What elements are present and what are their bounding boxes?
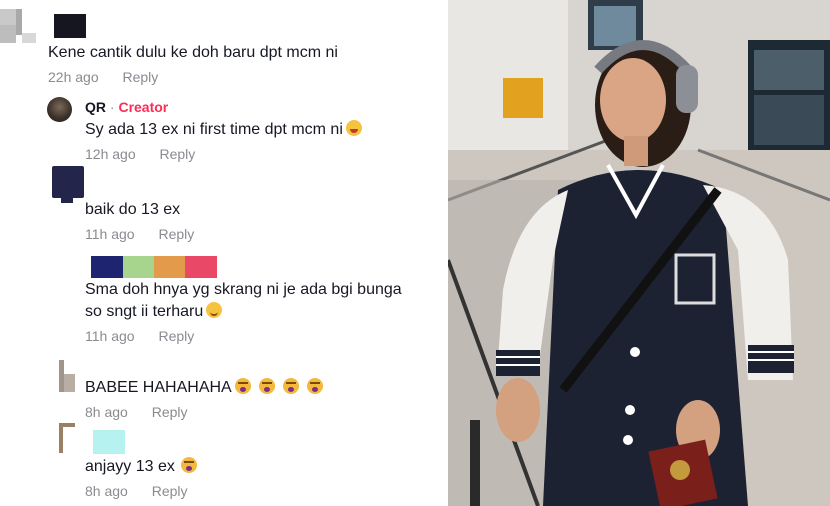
comment-3: baik do 13 ex 11h ago Reply (85, 199, 194, 242)
neck (624, 136, 648, 166)
face (600, 58, 666, 142)
reply-button[interactable]: Reply (123, 69, 159, 85)
comment-text-content: so sngt ii terharu (85, 303, 204, 320)
left-wall (448, 0, 568, 150)
comment-text-content: BABEE HAHAHAHA (85, 379, 232, 396)
comment-time: 8h ago (85, 404, 128, 420)
redacted-avatar (52, 166, 84, 198)
yellow-machine (503, 78, 543, 118)
left-hand (496, 378, 540, 442)
comment-2: QR · Creator Sy ada 13 ex ni first time … (85, 99, 362, 162)
redacted-avatar-tail (61, 196, 73, 203)
comment-time: 8h ago (85, 483, 128, 499)
window-pane (754, 50, 824, 90)
comment-time: 22h ago (48, 69, 99, 85)
photo-panel (448, 0, 830, 506)
reply-button[interactable]: Reply (158, 328, 194, 344)
comment-text: BABEE HAHAHAHA (85, 377, 323, 399)
comment-meta: 11h ago Reply (85, 226, 194, 242)
comment-6: anjayy 13 ex 8h ago Reply (85, 456, 197, 499)
comment-text: baik do 13 ex (85, 201, 181, 218)
comment-text-content: Sy ada 13 ex ni first time dpt mcm ni (85, 121, 343, 138)
comment-meta: 8h ago Reply (85, 483, 197, 499)
redacted-username (93, 430, 125, 454)
suitcase-handle (470, 420, 480, 506)
reply-button[interactable]: Reply (160, 146, 196, 162)
window-pane (754, 95, 824, 145)
comment-time: 11h ago (85, 328, 135, 344)
comment-5: BABEE HAHAHAHA 8h ago Reply (85, 377, 323, 420)
redacted-username (91, 256, 217, 278)
headphones-cup (676, 65, 698, 113)
comment-meta: 8h ago Reply (85, 404, 323, 420)
comment-1: Kene cantik dulu ke doh baru dpt mcm ni … (48, 42, 338, 85)
comment-meta: 12h ago Reply (85, 146, 362, 162)
comment-meta: 11h ago Reply (85, 328, 402, 344)
comments-panel: Kene cantik dulu ke doh baru dpt mcm ni … (0, 0, 448, 506)
comment-time: 12h ago (85, 146, 136, 162)
comment-text: anjayy 13 ex (85, 456, 197, 478)
reply-button[interactable]: Reply (152, 483, 188, 499)
jacket-button (630, 347, 640, 357)
comment-4: Sma doh hnya yg skrang ni je ada bgi bun… (85, 279, 402, 344)
reply-button[interactable]: Reply (158, 226, 194, 242)
smiling-emoji-icon (206, 302, 223, 318)
photo-illustration (448, 0, 830, 506)
comment-text-line1: Sma doh hnya yg skrang ni je ada bgi bun… (85, 281, 402, 298)
redacted-avatar (0, 9, 38, 43)
name-separator: · (106, 99, 119, 115)
jacket-button (625, 405, 635, 415)
crying-emoji-icon (234, 378, 251, 394)
laughing-emoji-icon (345, 120, 362, 136)
redacted-avatar (59, 423, 75, 453)
comment-text: Kene cantik dulu ke doh baru dpt mcm ni (48, 44, 338, 61)
redacted-username (54, 14, 86, 38)
comment-header: QR · Creator (85, 99, 362, 117)
comment-text-line2: so sngt ii terharu (85, 301, 402, 323)
crying-emoji-icon (258, 378, 275, 394)
avatar[interactable] (47, 97, 72, 122)
crying-emoji-icon (282, 378, 299, 394)
window-glass (594, 6, 636, 46)
left-cuff (496, 350, 540, 376)
comment-text-content: anjayy 13 ex (85, 458, 175, 475)
comment-time: 11h ago (85, 226, 135, 242)
crying-emoji-icon (180, 457, 197, 473)
passport-emblem (670, 460, 690, 480)
commenter-name[interactable]: QR (85, 99, 106, 115)
reply-button[interactable]: Reply (152, 404, 188, 420)
jacket-button (623, 435, 633, 445)
comment-meta: 22h ago Reply (48, 69, 338, 85)
crying-emoji-icon (306, 378, 323, 394)
jacket (543, 170, 748, 506)
redacted-avatar (59, 360, 75, 392)
comment-text: Sy ada 13 ex ni first time dpt mcm ni (85, 119, 362, 141)
creator-badge: Creator (118, 99, 169, 115)
